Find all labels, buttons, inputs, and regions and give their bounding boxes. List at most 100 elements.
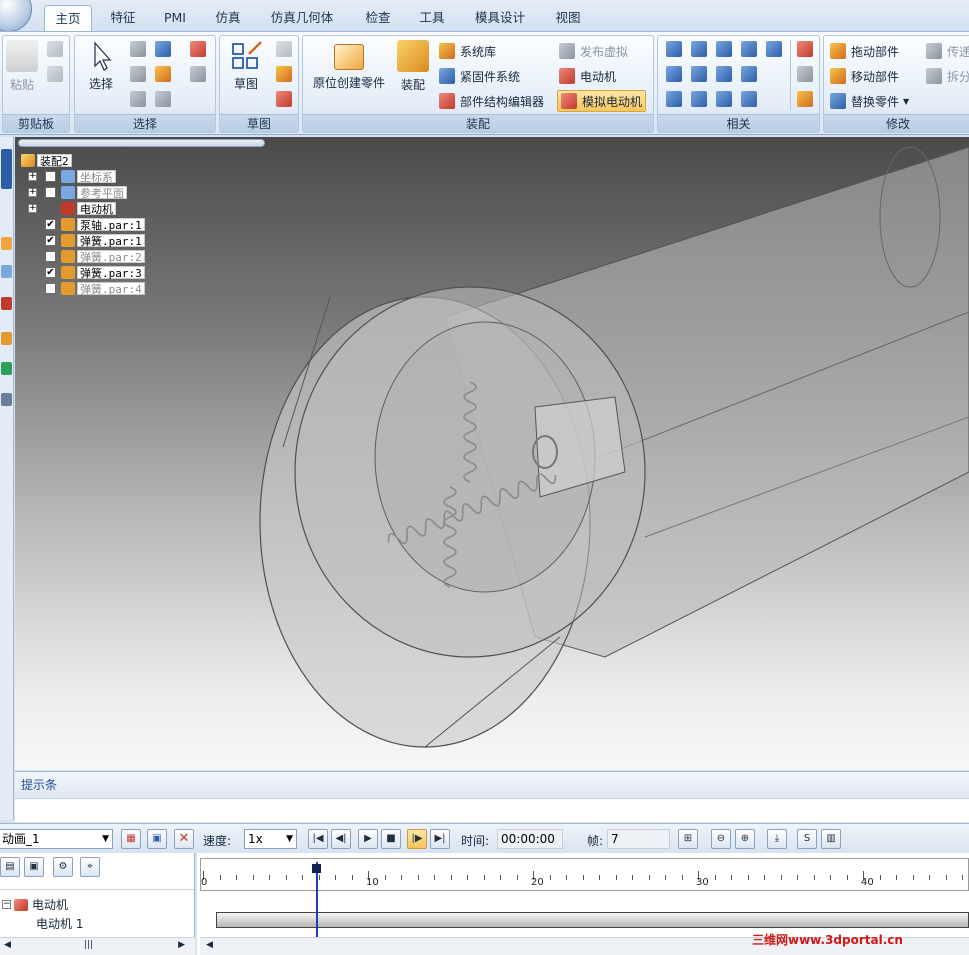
camera-button[interactable]: ▣ — [24, 857, 44, 877]
copy-icon[interactable] — [47, 66, 63, 82]
fastener-system-button[interactable]: 紧固件系统 — [439, 66, 520, 86]
motor-track-bar[interactable] — [216, 912, 969, 928]
tab-features[interactable]: 特征 — [100, 5, 146, 31]
delete-animation-button[interactable]: ✕ — [174, 829, 194, 849]
stop-button[interactable]: ■ — [381, 829, 401, 849]
properties-button[interactable]: ⊞ — [678, 829, 698, 849]
library-button[interactable]: 系统库 — [439, 41, 496, 61]
animation-pane-icon[interactable] — [1, 393, 12, 406]
animation-select[interactable]: 动画_1 ▼ — [0, 829, 113, 849]
timeline-tree-parent[interactable]: − 电动机 — [2, 896, 68, 913]
publish-virtual-button[interactable]: 发布虚拟 — [559, 41, 628, 61]
playhead-line[interactable] — [316, 862, 318, 937]
tree-item[interactable]: ✔ 弹簧.par:3 — [28, 265, 145, 280]
layers-icon[interactable] — [1, 237, 12, 250]
gear-relation-icon[interactable] — [741, 66, 757, 82]
scroll-thumb-icon[interactable]: ||| — [84, 940, 93, 950]
select-box-icon[interactable] — [155, 41, 171, 57]
tab-inspect[interactable]: 检查 — [355, 5, 401, 31]
replace-part-button[interactable]: 替换零件 ▼ — [830, 91, 909, 111]
play-reverse-button[interactable]: ◀| — [331, 829, 351, 849]
reports-icon[interactable] — [1, 297, 12, 310]
motor-list-button[interactable]: ⚙ — [53, 857, 73, 877]
visibility-checkbox[interactable] — [45, 186, 56, 198]
tab-view[interactable]: 视图 — [545, 5, 591, 31]
pathfinder-tab[interactable] — [1, 149, 12, 189]
pathfinder-splitter[interactable] — [18, 139, 265, 147]
select-group-icon[interactable] — [155, 91, 171, 107]
assemble-button[interactable]: 装配 — [393, 40, 433, 93]
scroll-left-icon[interactable]: ◀ — [4, 940, 11, 950]
tree-item[interactable]: + 坐标系 — [28, 169, 116, 184]
tab-mold-design[interactable]: 模具设计 — [466, 5, 534, 31]
cut-icon[interactable] — [47, 41, 63, 57]
cam-icon[interactable] — [716, 66, 732, 82]
scroll-left-icon[interactable]: ◀ — [206, 940, 213, 950]
select-button[interactable]: 选择 — [81, 40, 121, 92]
tree-item[interactable]: ✔ 弹簧.par:1 — [28, 233, 145, 248]
zoom-out-button[interactable]: ⊖ — [711, 829, 731, 849]
filter-icon[interactable] — [130, 66, 146, 82]
visibility-checkbox[interactable] — [45, 250, 56, 262]
tangent-icon[interactable] — [691, 66, 707, 82]
tab-simulation[interactable]: 仿真 — [205, 5, 251, 31]
tab-pmi[interactable]: PMI — [152, 5, 198, 31]
frame-field[interactable]: 7 — [607, 829, 670, 849]
visibility-checkbox[interactable]: ✔ — [45, 234, 56, 246]
tree-item[interactable]: 弹簧.par:2 — [28, 249, 145, 264]
tree-root[interactable]: 装配2 — [21, 153, 72, 168]
playhead-handle[interactable] — [312, 864, 321, 873]
expand-icon[interactable]: + — [28, 187, 37, 197]
select-face-icon[interactable] — [190, 66, 206, 82]
disperse-button[interactable]: 拆分 — [926, 66, 969, 86]
center-plane-icon[interactable] — [741, 91, 757, 107]
features-icon[interactable] — [1, 265, 12, 278]
drag-component-button[interactable]: 拖动部件 — [830, 41, 899, 61]
path-icon[interactable] — [666, 91, 682, 107]
relate-swap-icon[interactable] — [797, 91, 813, 107]
scroll-right-icon[interactable]: ▶ — [178, 940, 185, 950]
tree-scrollbar[interactable]: ◀ ||| ▶ — [0, 937, 195, 955]
move-component-button[interactable]: 移动部件 — [830, 66, 899, 86]
application-button[interactable] — [0, 0, 32, 32]
paste-button[interactable]: 粘贴 — [5, 40, 39, 93]
sketch-button[interactable]: 草图 — [224, 40, 268, 92]
visibility-checkbox[interactable] — [45, 282, 56, 294]
connect-icon[interactable] — [766, 41, 782, 57]
rewind-button[interactable]: |◀ — [308, 829, 328, 849]
filter-tree-button[interactable]: ⌖ — [80, 857, 100, 877]
3d-viewport[interactable] — [15, 137, 969, 770]
colors-icon[interactable] — [1, 362, 12, 375]
play-button[interactable]: ▶ — [358, 829, 378, 849]
time-field[interactable]: 00:00:00 — [497, 829, 563, 849]
sketch-relate-icon[interactable] — [276, 66, 292, 82]
library-pane-icon[interactable] — [1, 332, 12, 345]
visibility-checkbox[interactable] — [45, 170, 56, 182]
planar-align-icon[interactable] — [691, 41, 707, 57]
tree-item[interactable]: 弹簧.par:4 — [28, 281, 145, 296]
tree-item[interactable]: ✔ 泵轴.par:1 — [28, 217, 145, 232]
visibility-checkbox[interactable]: ✔ — [45, 218, 56, 230]
parallel-icon[interactable] — [716, 91, 732, 107]
axial-align-icon[interactable] — [716, 41, 732, 57]
new-animation-button[interactable]: ▦ — [121, 829, 141, 849]
speed-select[interactable]: 1x ▼ — [244, 829, 297, 849]
simulate-motor-button[interactable]: 模拟电动机 — [557, 90, 647, 112]
relate-options-icon[interactable] — [797, 66, 813, 82]
select-filter-icon[interactable] — [130, 41, 146, 57]
tab-home[interactable]: 主页 — [44, 5, 92, 31]
expand-icon[interactable]: + — [28, 203, 37, 213]
timeline-tree-child[interactable]: 电动机 1 — [36, 915, 83, 932]
select-tools-icon[interactable] — [190, 41, 206, 57]
collapse-icon[interactable]: − — [2, 900, 11, 909]
sketch-view-icon[interactable] — [276, 41, 292, 57]
step-forward-button[interactable]: |▶ — [407, 829, 427, 849]
fast-forward-button[interactable]: ▶| — [430, 829, 450, 849]
sketch-draw-icon[interactable] — [276, 91, 292, 107]
export-button[interactable]: ⤓ — [767, 829, 787, 849]
transfer-button[interactable]: 传递 — [926, 41, 969, 61]
select-part-icon[interactable] — [155, 66, 171, 82]
structure-editor-button[interactable]: 部件结构编辑器 — [439, 91, 544, 111]
tab-tools[interactable]: 工具 — [409, 5, 455, 31]
tree-item[interactable]: + 参考平面 — [28, 185, 127, 200]
